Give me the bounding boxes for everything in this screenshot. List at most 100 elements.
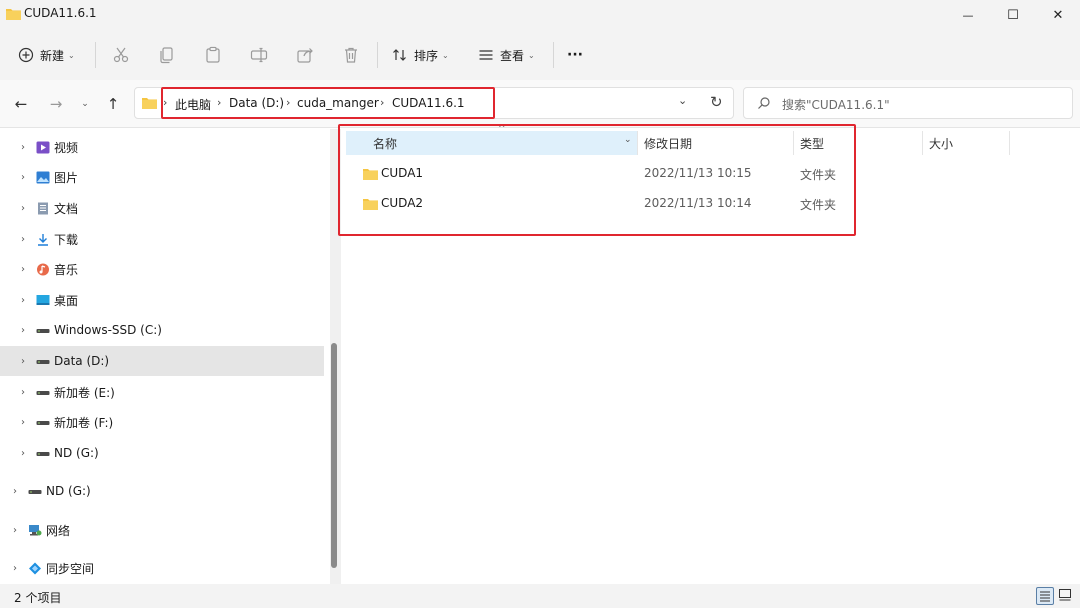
sidebar-item-label: 网络	[46, 523, 71, 538]
recent-locations-button[interactable]: ⌄	[72, 92, 98, 116]
search-icon	[758, 97, 770, 109]
chevron-right-icon[interactable]: ›	[18, 417, 28, 428]
address-history-button[interactable]: ⌄	[678, 94, 687, 107]
chevron-right-icon[interactable]: ›	[18, 264, 28, 275]
sidebar-item[interactable]: › 图片	[0, 162, 324, 192]
arrow-up-icon: ↑	[106, 95, 120, 113]
chevron-right-icon[interactable]: ›	[18, 234, 28, 245]
chevron-right-icon[interactable]: ›	[18, 295, 28, 306]
picture-icon	[36, 171, 54, 184]
trash-icon	[345, 47, 357, 63]
sort-label: 排序	[414, 48, 439, 63]
chevron-right-icon[interactable]: ›	[10, 525, 20, 536]
clipboard-icon	[206, 46, 220, 63]
sidebar-item[interactable]: › 新加卷 (F:)	[0, 407, 324, 437]
sidebar-item[interactable]: › 音乐	[0, 254, 324, 284]
status-bar	[0, 584, 1080, 608]
drive-icon	[36, 386, 54, 399]
up-button[interactable]: ↑	[100, 92, 126, 116]
scrollbar-thumb[interactable]	[331, 343, 337, 568]
sidebar-item[interactable]: › 视频	[0, 132, 324, 162]
forward-button[interactable]: →	[43, 92, 69, 116]
sidebar-item-label: 下载	[54, 232, 79, 247]
sidebar-item[interactable]: › 同步空间	[0, 553, 324, 583]
sidebar-item[interactable]: › ND (G:)	[0, 476, 324, 506]
drive-icon	[36, 355, 54, 368]
column-divider[interactable]	[1009, 131, 1010, 155]
chevron-right-icon[interactable]: ›	[18, 325, 28, 336]
column-header-size[interactable]: 大小	[929, 131, 953, 155]
sidebar-item-label: ND (G:)	[54, 446, 99, 460]
new-button[interactable]: 新建 ⌄	[18, 42, 82, 68]
sidebar-item-label: Data (D:)	[54, 354, 110, 368]
close-icon: ✕	[1052, 7, 1064, 23]
network-icon	[28, 524, 46, 537]
sidebar-item[interactable]: › 下载	[0, 224, 324, 254]
cut-button[interactable]	[111, 42, 131, 68]
arrow-right-icon: →	[49, 95, 63, 113]
new-label: 新建	[40, 48, 65, 63]
chevron-right-icon[interactable]: ›	[18, 142, 28, 153]
sort-button[interactable]: 排序 ⌄	[392, 42, 456, 68]
chevron-right-icon[interactable]: ›	[18, 387, 28, 398]
more-options-button[interactable]: ···	[567, 42, 583, 68]
desktop-icon	[36, 294, 54, 307]
sidebar-item-label: 图片	[54, 170, 79, 185]
chevron-right-icon[interactable]: ›	[18, 448, 28, 459]
sidebar-item[interactable]: › 网络	[0, 515, 324, 545]
view-button[interactable]: 查看 ⌄	[478, 42, 542, 68]
refresh-icon: ↻	[710, 93, 723, 111]
sidebar-item[interactable]: › Data (D:)	[0, 346, 324, 376]
drive-icon	[36, 416, 54, 429]
sidebar-item[interactable]: › 新加卷 (E:)	[0, 377, 324, 407]
column-size-label: 大小	[929, 136, 954, 151]
copy-icon	[160, 47, 173, 64]
sidebar-item-label: 视频	[54, 140, 79, 155]
rename-button[interactable]	[249, 42, 269, 68]
chevron-down-icon: ⌄	[678, 94, 688, 107]
annotation-box-address	[161, 87, 495, 119]
chevron-right-icon[interactable]: ›	[18, 356, 28, 367]
sidebar-item-label: 同步空间	[46, 561, 95, 576]
sidebar-item-label: 桌面	[54, 293, 79, 308]
chevron-down-icon: ⌄	[442, 50, 449, 60]
delete-button[interactable]	[341, 42, 361, 68]
search-placeholder: 搜索"CUDA11.6.1"	[782, 98, 890, 112]
sidebar-item-label: 新加卷 (F:)	[54, 415, 114, 430]
sidebar-item-label: Windows-SSD (C:)	[54, 323, 162, 337]
add-circle-icon	[18, 47, 34, 63]
tiles-view-icon	[1059, 589, 1071, 601]
minimize-button[interactable]: —	[945, 0, 991, 30]
minimize-icon: —	[962, 8, 974, 22]
toolbar-divider	[95, 42, 96, 68]
chevron-down-icon: ⌄	[528, 50, 535, 60]
back-button[interactable]: ←	[8, 92, 34, 116]
refresh-button[interactable]: ↻	[710, 93, 723, 111]
copy-button[interactable]	[157, 42, 177, 68]
share-button[interactable]	[295, 42, 315, 68]
toolbar-divider	[553, 42, 554, 68]
chevron-right-icon[interactable]: ›	[10, 486, 20, 497]
chevron-right-icon[interactable]: ›	[18, 203, 28, 214]
maximize-button[interactable]: ☐	[990, 0, 1036, 30]
more-icon: ···	[567, 47, 583, 63]
tiles-view-button[interactable]	[1057, 587, 1075, 605]
chevron-right-icon[interactable]: ›	[18, 172, 28, 183]
sidebar-item[interactable]: › ND (G:)	[0, 438, 324, 468]
toolbar-divider	[377, 42, 378, 68]
item-count: 2 个项目	[14, 591, 62, 605]
sidebar-item[interactable]: › 桌面	[0, 285, 324, 315]
details-view-icon	[1040, 591, 1050, 602]
column-divider[interactable]	[922, 131, 923, 155]
sidebar-item[interactable]: › Windows-SSD (C:)	[0, 315, 324, 345]
sidebar-item[interactable]: › 文档	[0, 193, 324, 223]
arrow-left-icon: ←	[14, 95, 28, 113]
sidebar-item-label: ND (G:)	[46, 484, 91, 498]
chevron-right-icon[interactable]: ›	[10, 563, 20, 574]
sidebar-item-label: 音乐	[54, 262, 79, 277]
paste-button[interactable]	[203, 42, 223, 68]
details-view-button[interactable]	[1036, 587, 1054, 605]
chevron-down-icon: ⌄	[81, 99, 89, 109]
rename-icon	[250, 47, 268, 63]
close-window-button[interactable]: ✕	[1035, 0, 1080, 30]
